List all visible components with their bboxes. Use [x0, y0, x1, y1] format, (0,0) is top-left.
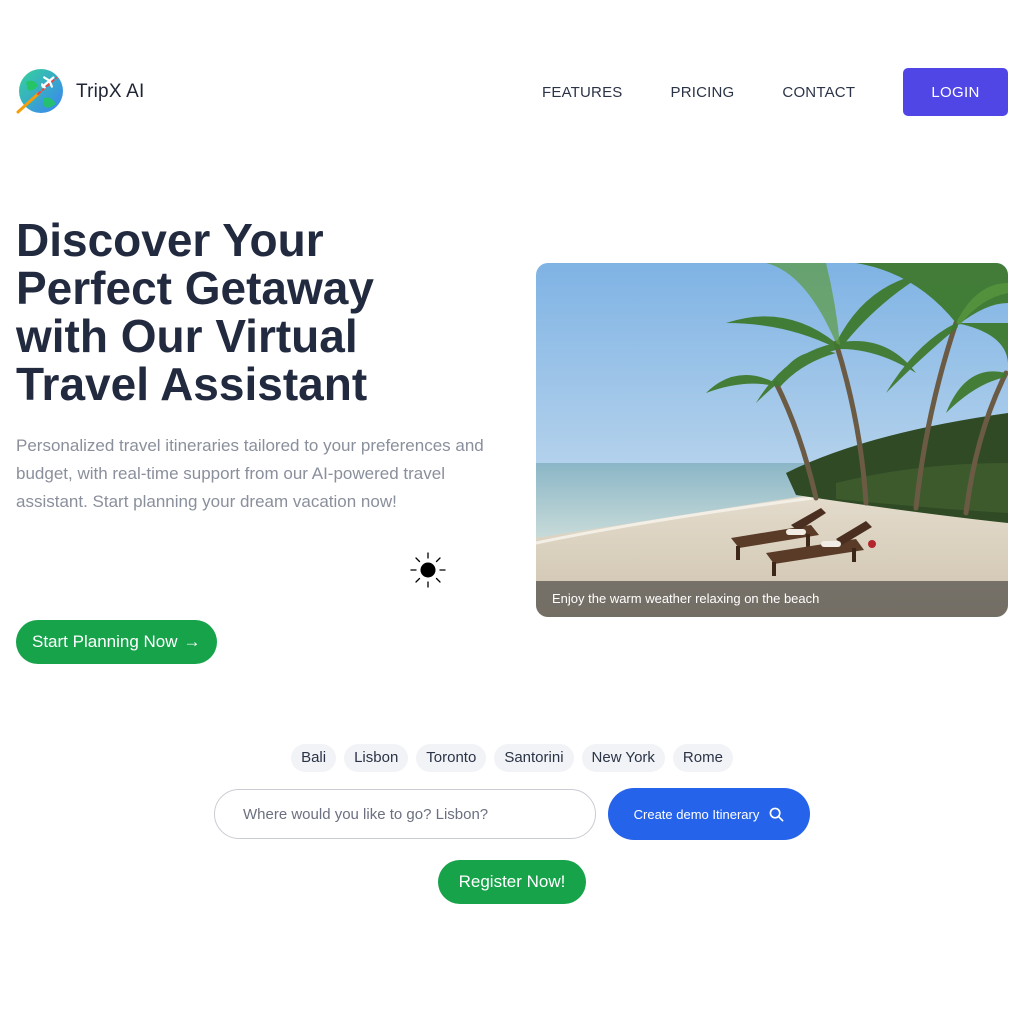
- destination-chip-rome[interactable]: Rome: [672, 744, 733, 772]
- nav-link-contact[interactable]: CONTACT: [782, 84, 855, 101]
- globe-plane-icon: [16, 69, 63, 114]
- main-nav: FEATURES PRICING CONTACT: [542, 68, 855, 116]
- brand-logo-link[interactable]: TripX AI: [16, 68, 144, 116]
- nav-link-pricing[interactable]: PRICING: [671, 84, 735, 101]
- search-icon: [769, 807, 784, 821]
- destination-search-input[interactable]: [214, 789, 596, 839]
- login-button[interactable]: LOGIN: [903, 68, 1008, 116]
- start-planning-button[interactable]: Start Planning Now →: [16, 620, 217, 664]
- destination-chip-santorini[interactable]: Santorini: [494, 744, 574, 772]
- beach-photo: [536, 263, 1008, 617]
- hero-subtitle: Personalized travel itineraries tailored…: [16, 436, 484, 511]
- brand-name: TripX AI: [76, 81, 145, 102]
- nav-link-features[interactable]: FEATURES: [542, 84, 623, 101]
- hero-title: Discover Your Perfect Getaway with Our V…: [16, 214, 374, 410]
- hero-image-card: Enjoy the warm weather relaxing on the b…: [536, 263, 1008, 617]
- create-demo-itinerary-label: Create demo Itinerary: [633, 806, 760, 822]
- arrow-right-icon: →: [183, 632, 201, 651]
- destination-chip-toronto[interactable]: Toronto: [416, 744, 487, 772]
- register-button[interactable]: Register Now!: [438, 860, 586, 904]
- start-planning-label: Start Planning Now: [32, 632, 178, 651]
- destination-chips: Bali Lisbon Toronto Santorini New York R…: [0, 744, 1024, 772]
- image-caption: Enjoy the warm weather relaxing on the b…: [536, 581, 1008, 617]
- site-header: TripX AI FEATURES PRICING CONTACT LOGIN: [0, 60, 1024, 124]
- create-demo-itinerary-button[interactable]: Create demo Itinerary: [608, 788, 810, 840]
- destination-chip-lisbon[interactable]: Lisbon: [344, 744, 409, 772]
- sun-icon[interactable]: [410, 552, 446, 588]
- destination-chip-bali[interactable]: Bali: [291, 744, 337, 772]
- destination-chip-new-york[interactable]: New York: [581, 744, 665, 772]
